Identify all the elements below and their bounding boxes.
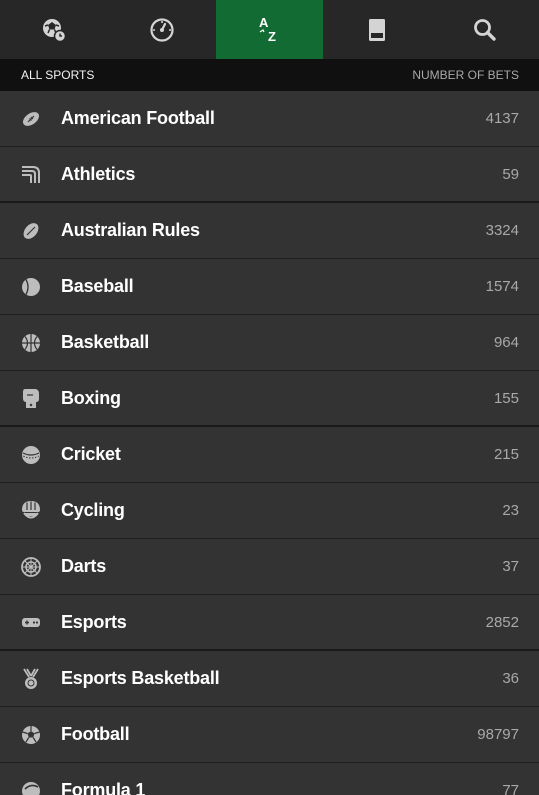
sport-name: Football	[61, 724, 130, 744]
sport-name: Cricket	[61, 444, 121, 464]
sport-row-formula-1[interactable]: Formula 1 77	[0, 763, 539, 795]
formula-1-icon	[21, 781, 41, 795]
sport-name: Darts	[61, 556, 107, 576]
top-navigation: A Z	[0, 0, 539, 59]
baseball-icon	[21, 277, 41, 297]
bet-count: 77	[502, 782, 519, 795]
sport-name: Australian Rules	[61, 220, 200, 240]
bet-count: 98797	[477, 726, 519, 743]
list-header: ALL SPORTS NUMBER OF BETS	[0, 59, 539, 91]
american-football-icon	[21, 109, 41, 129]
sport-name: Cycling	[61, 500, 125, 520]
basketball-icon	[21, 333, 41, 353]
sport-row-boxing[interactable]: Boxing 155	[0, 371, 539, 427]
number-of-bets-label: NUMBER OF BETS	[412, 68, 519, 82]
medal-icon	[21, 668, 41, 689]
sport-row-football[interactable]: Football 98797	[0, 707, 539, 763]
sport-row-athletics[interactable]: Athletics 59	[0, 147, 539, 203]
gamepad-icon	[21, 612, 41, 632]
bet-count: 1574	[485, 278, 519, 295]
dartboard-icon	[21, 556, 41, 577]
a-to-z-icon: A Z	[259, 15, 276, 44]
soccer-ball-icon	[21, 725, 41, 745]
search-icon	[474, 18, 496, 41]
betslip-icon	[369, 18, 386, 41]
sports-list: American Football 4137 Athletics 59 Aust…	[0, 91, 539, 795]
sport-row-cycling[interactable]: Cycling 23	[0, 483, 539, 539]
bet-count: 2852	[485, 613, 519, 631]
sport-row-basketball[interactable]: Basketball 964	[0, 315, 539, 371]
sport-row-cricket[interactable]: Cricket 215	[0, 427, 539, 483]
bet-count: 155	[493, 389, 519, 407]
sport-name: Basketball	[61, 332, 150, 352]
sport-row-australian-rules[interactable]: Australian Rules 3324	[0, 203, 539, 259]
cycling-helmet-icon	[21, 500, 41, 521]
tab-search[interactable]	[431, 0, 539, 59]
bet-count: 215	[493, 446, 519, 463]
z-letter: Z	[268, 29, 276, 44]
bet-count: 36	[502, 670, 519, 687]
sport-name: Boxing	[61, 387, 121, 408]
bet-count: 23	[502, 502, 519, 519]
sport-row-darts[interactable]: Darts 37	[0, 539, 539, 595]
sport-name: Athletics	[61, 163, 136, 184]
sports-app: A Z ALL SPORTS NUMBER OF BETS American F…	[0, 0, 539, 795]
bet-count: 964	[493, 334, 519, 351]
tab-speedometer[interactable]	[108, 0, 216, 59]
sports-ball-clock-icon	[42, 18, 67, 42]
bet-count: 37	[502, 558, 519, 575]
sport-name: Baseball	[61, 276, 134, 296]
sport-row-esports[interactable]: Esports 2852	[0, 595, 539, 651]
a-letter: A	[259, 15, 269, 30]
athletics-icon	[21, 164, 41, 184]
sport-row-esports-basketball[interactable]: Esports Basketball 36	[0, 651, 539, 707]
australian-rules-icon	[21, 221, 41, 241]
tab-a-to-z[interactable]: A Z	[215, 0, 324, 59]
speedometer-icon	[150, 17, 174, 42]
boxing-glove-icon	[21, 388, 41, 408]
bet-count: 3324	[485, 222, 519, 239]
sport-row-american-football[interactable]: American Football 4137	[0, 91, 539, 147]
sport-row-baseball[interactable]: Baseball 1574	[0, 259, 539, 315]
bet-count: 4137	[485, 110, 519, 127]
sport-name: Esports Basketball	[61, 668, 220, 688]
sport-name: Formula 1	[61, 780, 146, 795]
tab-betslip[interactable]	[323, 0, 431, 59]
all-sports-label: ALL SPORTS	[21, 68, 95, 82]
bet-count: 59	[502, 165, 519, 183]
sport-name: Esports	[61, 611, 127, 632]
tab-in-play[interactable]	[0, 0, 108, 59]
sport-name: American Football	[61, 108, 215, 128]
cricket-ball-icon	[21, 445, 41, 465]
